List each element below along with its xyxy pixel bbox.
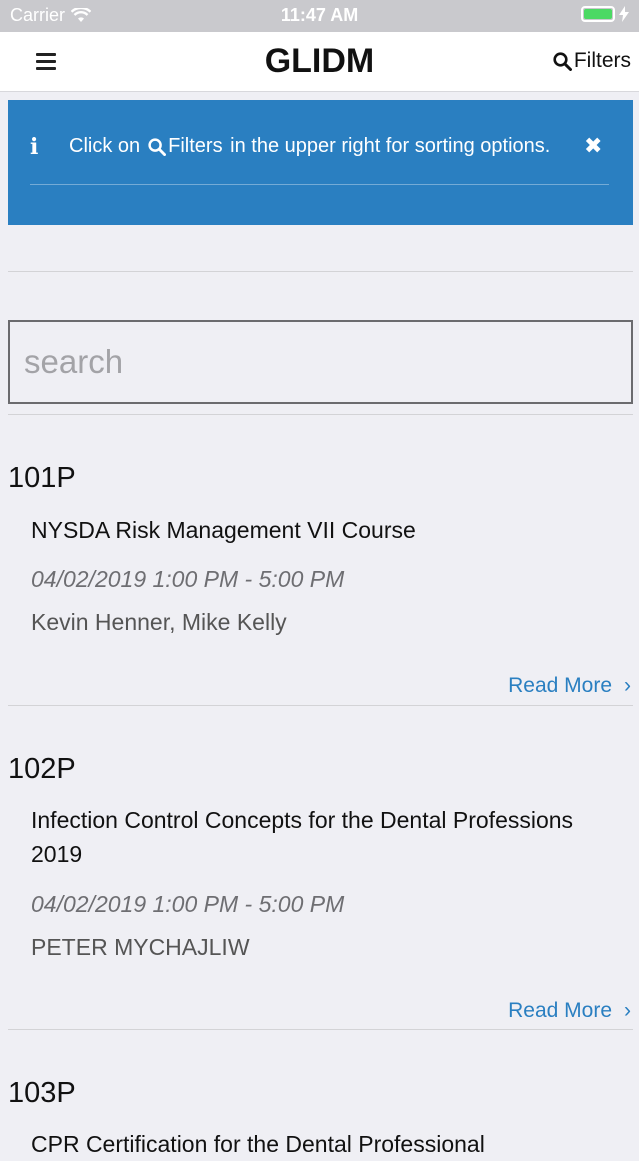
course-title: NYSDA Risk Management VII Course <box>31 517 416 543</box>
status-time: 11:47 AM <box>280 5 359 25</box>
filters-button[interactable]: Filters <box>553 49 631 73</box>
course-code: 101P <box>8 462 76 494</box>
charging-bolt-icon <box>619 6 629 22</box>
alert-message: Click on Filters in the upper right for … <box>69 135 550 158</box>
app-title: GLIDM <box>264 42 375 80</box>
list-item: 101P NYSDA Risk Management VII Course 04… <box>8 414 633 706</box>
chevron-right-icon: › <box>624 999 631 1022</box>
course-datetime: 04/02/2019 1:00 PM - 5:00 PM <box>31 566 345 592</box>
read-more-label: Read More <box>508 674 612 697</box>
divider <box>8 271 633 272</box>
course-title: CPR Certification for the Dental Profess… <box>31 1131 485 1157</box>
list-item: 102P Infection Control Concepts for the … <box>8 705 633 1029</box>
course-instructors: Kevin Henner, Mike Kelly <box>31 609 287 635</box>
hamburger-icon[interactable] <box>36 53 56 71</box>
alert-text-after: in the upper right for sorting options. <box>224 135 551 157</box>
read-more-link[interactable]: Read More › <box>508 999 631 1023</box>
list-item: 103P CPR Certification for the Dental Pr… <box>8 1029 633 1157</box>
info-alert: i Click on Filters in the upper right fo… <box>8 100 633 225</box>
chevron-right-icon: › <box>624 674 631 697</box>
status-bar: Carrier 11:47 AM <box>0 0 639 32</box>
search-icon <box>553 51 572 71</box>
course-code: 103P <box>8 1077 76 1109</box>
search-icon <box>148 137 167 156</box>
course-datetime: 04/02/2019 1:00 PM - 5:00 PM <box>31 891 345 917</box>
course-instructors: PETER MYCHAJLIW <box>31 934 250 960</box>
filters-label: Filters <box>573 49 631 72</box>
alert-divider <box>30 184 609 185</box>
alert-text-before: Click on <box>69 135 141 157</box>
course-code: 102P <box>8 753 76 785</box>
status-right <box>581 6 629 22</box>
alert-filters-word: Filters <box>168 135 223 157</box>
search-input[interactable] <box>8 320 633 404</box>
close-icon[interactable]: ✖ <box>584 133 602 159</box>
nav-bar: GLIDM Filters <box>0 32 639 92</box>
info-icon: i <box>30 134 39 160</box>
battery-icon <box>581 6 615 22</box>
read-more-label: Read More <box>508 999 612 1022</box>
battery-level-fill <box>584 9 612 19</box>
course-title: Infection Control Concepts for the Denta… <box>31 807 574 867</box>
read-more-link[interactable]: Read More › <box>508 674 631 698</box>
